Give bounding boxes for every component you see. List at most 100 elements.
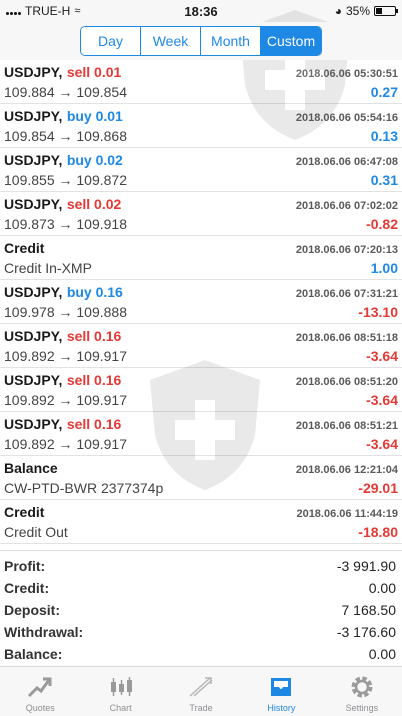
summary-label: Withdrawal:	[4, 624, 84, 640]
deal-row[interactable]: USDJPY, sell 0.02 2018.06.06 07:02:02 109.…	[0, 192, 402, 236]
deal-time: 2018.06.06 08:51:21	[295, 420, 398, 432]
deal-detail: 109.892 → 109.917	[4, 348, 127, 364]
deal-title: USDJPY, sell 0.16	[4, 416, 121, 434]
deal-body: 109.892 → 109.917 -3.64	[4, 392, 398, 412]
deal-profit: -3.64	[366, 348, 398, 364]
deal-time: 2018.06.06 12:21:04	[295, 464, 398, 476]
tab-week[interactable]: Week	[141, 27, 201, 55]
tab-chart[interactable]: Chart	[80, 667, 160, 716]
summary-value: 7 168.50	[341, 602, 397, 618]
deal-row[interactable]: Balance 2018.06.06 12:21:04 CW-PTD-BWR 237…	[0, 456, 402, 500]
summary-row: Credit: 0.00	[4, 577, 396, 599]
tab-quotes-label: Quotes	[25, 703, 55, 713]
deal-detail: 109.884 → 109.854	[4, 84, 127, 100]
deal-title: USDJPY, buy 0.01	[4, 108, 123, 126]
deal-symbol: USDJPY,	[4, 372, 63, 388]
deal-detail: 109.892 → 109.917	[4, 392, 127, 408]
deal-detail: 109.854 → 109.868	[4, 128, 127, 144]
tab-quotes[interactable]: Quotes	[0, 667, 80, 716]
deal-title: Credit	[4, 504, 44, 522]
settings-icon	[347, 673, 377, 701]
deal-symbol: USDJPY,	[4, 328, 63, 344]
tab-chart-label: Chart	[109, 703, 132, 713]
deal-profit: -13.10	[358, 304, 398, 320]
deal-body: 109.978 → 109.888 -13.10	[4, 304, 398, 324]
deal-symbol: USDJPY,	[4, 152, 63, 168]
deal-header: USDJPY, sell 0.01 2018.06.06 05:30:51	[4, 64, 398, 84]
deal-profit: 1.00	[370, 260, 398, 276]
deal-action: sell 0.16	[66, 328, 122, 344]
summary-label: Balance:	[4, 646, 63, 662]
deal-action: buy 0.01	[66, 108, 123, 124]
battery-percent: 35%	[345, 4, 370, 18]
deal-symbol: USDJPY,	[4, 416, 63, 432]
deal-header: Credit 2018.06.06 11:44:19	[4, 504, 398, 524]
deal-row[interactable]: USDJPY, buy 0.02 2018.06.06 06:47:08 109.8…	[0, 148, 402, 192]
deal-row[interactable]: USDJPY, sell 0.16 2018.06.06 08:51:18 109.…	[0, 324, 402, 368]
status-bar: TRUE-H ≈ 18:36 ◕ 35%	[0, 0, 402, 22]
history-icon	[266, 673, 296, 701]
tab-bar: Quotes Chart Trade History Settings	[0, 666, 402, 716]
summary-label: Deposit:	[4, 602, 60, 618]
deal-row[interactable]: USDJPY, buy 0.01 2018.06.06 05:54:16 109.8…	[0, 104, 402, 148]
summary-value: -3 176.60	[336, 624, 396, 640]
deal-detail: 109.978 → 109.888	[4, 304, 127, 320]
status-right: ◕ 35%	[335, 4, 398, 18]
tab-day[interactable]: Day	[81, 27, 141, 55]
deal-time: 2018.06.06 06:47:08	[295, 156, 398, 168]
tab-custom[interactable]: Custom	[261, 27, 321, 55]
deal-time: 2018.06.06 08:51:18	[295, 332, 398, 344]
deal-symbol: Balance	[4, 460, 58, 476]
deal-title: Credit	[4, 240, 44, 258]
tab-month[interactable]: Month	[201, 27, 261, 55]
deal-header: Balance 2018.06.06 12:21:04	[4, 460, 398, 480]
summary-label: Profit:	[4, 558, 46, 574]
quotes-icon	[25, 673, 55, 701]
deal-body: 109.884 → 109.854 0.27	[4, 84, 398, 104]
deal-header: USDJPY, sell 0.02 2018.06.06 07:02:02	[4, 196, 398, 216]
deal-time: 2018.06.06 07:02:02	[295, 200, 398, 212]
deal-time: 2018.06.06 05:30:51	[295, 68, 398, 80]
deal-body: 109.892 → 109.917 -3.64	[4, 436, 398, 456]
deal-title: Balance	[4, 460, 58, 478]
deal-header: USDJPY, sell 0.16 2018.06.06 08:51:21	[4, 416, 398, 436]
deal-row[interactable]: USDJPY, sell 0.16 2018.06.06 08:51:21 109.…	[0, 412, 402, 456]
trade-icon	[186, 673, 216, 701]
deal-time: 2018.06.06 07:31:21	[295, 288, 398, 300]
deal-action: buy 0.02	[66, 152, 123, 168]
deal-profit: -3.64	[366, 392, 398, 408]
summary-row: Deposit: 7 168.50	[4, 599, 396, 621]
deal-action: sell 0.02	[66, 196, 122, 212]
deal-action: sell 0.16	[66, 372, 122, 388]
deal-action: buy 0.16	[66, 284, 123, 300]
deal-body: Credit In-XMP 1.00	[4, 260, 398, 280]
tab-trade[interactable]: Trade	[161, 667, 241, 716]
deal-profit: -0.82	[366, 216, 398, 232]
deal-row[interactable]: USDJPY, sell 0.01 2018.06.06 05:30:51 109.…	[0, 60, 402, 104]
deal-header: USDJPY, buy 0.02 2018.06.06 06:47:08	[4, 152, 398, 172]
deal-row[interactable]: USDJPY, sell 0.16 2018.06.06 08:51:20 109.…	[0, 368, 402, 412]
deal-row[interactable]: Credit 2018.06.06 07:20:13 Credit In-XMP 1.…	[0, 236, 402, 280]
deal-body: 109.892 → 109.917 -3.64	[4, 348, 398, 368]
summary-value: 0.00	[368, 646, 396, 662]
tab-history[interactable]: History	[241, 667, 321, 716]
tab-settings[interactable]: Settings	[322, 667, 402, 716]
summary-label: Credit:	[4, 580, 50, 596]
summary-value: -3 991.90	[336, 558, 396, 574]
deal-header: USDJPY, sell 0.16 2018.06.06 08:51:18	[4, 328, 398, 348]
deal-detail: Credit Out	[4, 524, 68, 540]
history-list[interactable]: USDJPY, sell 0.01 2018.06.06 05:30:51 109.…	[0, 60, 402, 550]
chart-icon	[106, 673, 136, 701]
deal-symbol: USDJPY,	[4, 196, 63, 212]
deal-row[interactable]: USDJPY, buy 0.16 2018.06.06 07:31:21 109.9…	[0, 280, 402, 324]
summary-value: 0.00	[368, 580, 396, 596]
deal-row[interactable]: Credit 2018.06.06 11:44:19 Credit Out -18.8…	[0, 500, 402, 544]
deal-header: Credit 2018.06.06 07:20:13	[4, 240, 398, 260]
deal-profit: -3.64	[366, 436, 398, 452]
deal-body: CW-PTD-BWR 2377374p -29.01	[4, 480, 398, 500]
summary-row: Withdrawal: -3 176.60	[4, 621, 396, 643]
deal-profit: 0.13	[370, 128, 398, 144]
deal-title: USDJPY, sell 0.16	[4, 372, 121, 390]
deal-title: USDJPY, buy 0.02	[4, 152, 123, 170]
deal-header: USDJPY, buy 0.01 2018.06.06 05:54:16	[4, 108, 398, 128]
